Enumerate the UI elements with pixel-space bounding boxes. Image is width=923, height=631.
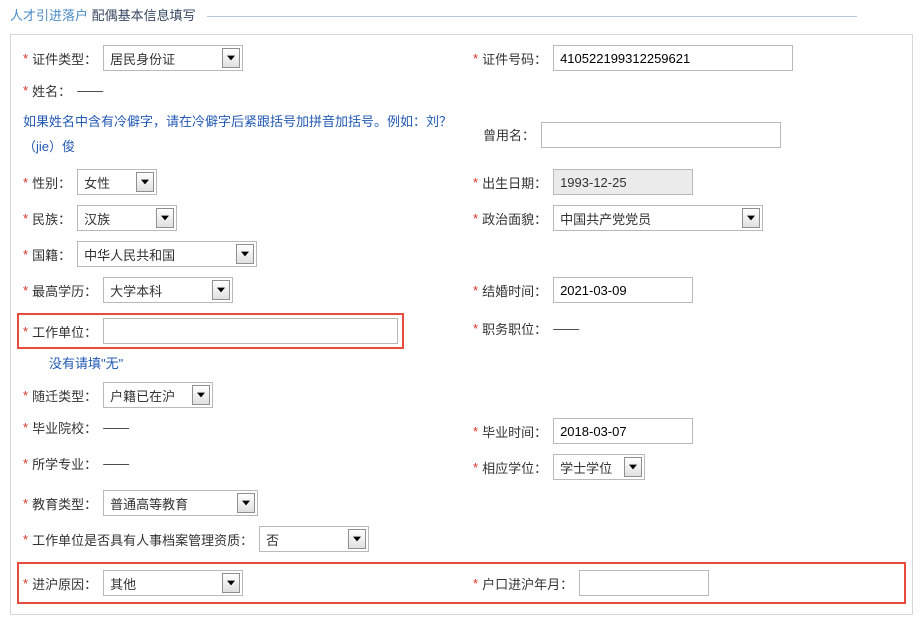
id-number-input[interactable] [553, 45, 793, 71]
required-marker: * [23, 576, 28, 591]
required-marker: * [23, 532, 28, 547]
chevron-down-icon [742, 208, 760, 228]
school-value: —— [103, 420, 129, 435]
major-label: 所学专业： [32, 454, 97, 473]
required-marker: * [23, 211, 28, 226]
nationality-select[interactable]: 中华人民共和国 [77, 241, 257, 267]
gender-label: 性别： [32, 173, 71, 192]
chevron-down-icon [156, 208, 174, 228]
education-label: 最高学历： [32, 281, 97, 300]
marriage-date-input[interactable] [553, 277, 693, 303]
enter-date-input[interactable] [579, 570, 709, 596]
edu-type-label: 教育类型： [32, 494, 97, 513]
birthdate-label: 出生日期： [482, 173, 547, 192]
ethnicity-select[interactable]: 汉族 [77, 205, 177, 231]
title-category: 人才引进落户 [10, 8, 88, 23]
required-marker: * [23, 283, 28, 298]
chevron-down-icon [222, 48, 240, 68]
enter-shanghai-highlight: * 进沪原因： 其他 * 户口进沪年月： [17, 562, 906, 604]
work-unit-hint: 没有请填"无" [49, 353, 123, 372]
work-unit-input[interactable] [103, 318, 398, 344]
required-marker: * [473, 460, 478, 475]
required-marker: * [23, 496, 28, 511]
required-marker: * [473, 321, 478, 336]
name-label: 姓名： [32, 81, 71, 100]
section-title: 人才引进落户 配偶基本信息填写 [0, 0, 923, 29]
political-select[interactable]: 中国共产党党员 [553, 205, 763, 231]
required-marker: * [23, 456, 28, 471]
political-label: 政治面貌： [482, 209, 547, 228]
former-name-label: 曾用名： [483, 125, 535, 144]
major-value: —— [103, 456, 129, 471]
work-unit-highlight: * 工作单位： [17, 313, 404, 349]
form-container: * 证件类型： 居民身份证 * 证件号码： * 姓名： —— 如果姓名中含有冷僻… [10, 34, 913, 615]
id-type-select[interactable]: 居民身份证 [103, 45, 243, 71]
chevron-down-icon [348, 529, 366, 549]
follow-type-select[interactable]: 户籍已在沪 [103, 382, 213, 408]
birthdate-input[interactable] [553, 169, 693, 195]
education-select[interactable]: 大学本科 [103, 277, 233, 303]
enter-date-label: 户口进沪年月： [482, 574, 573, 593]
required-marker: * [23, 247, 28, 262]
chevron-down-icon [192, 385, 210, 405]
name-value: —— [77, 83, 103, 98]
chevron-down-icon [136, 172, 154, 192]
reason-select[interactable]: 其他 [103, 570, 243, 596]
required-marker: * [473, 175, 478, 190]
required-marker: * [23, 420, 28, 435]
name-hint: 如果姓名中含有冷僻字，请在冷僻字后紧跟括号加拼音加括号。例如：刘？（jie）俊 [23, 110, 453, 159]
required-marker: * [23, 175, 28, 190]
id-type-label: 证件类型： [32, 49, 97, 68]
chevron-down-icon [237, 493, 255, 513]
required-marker: * [23, 51, 28, 66]
required-marker: * [473, 424, 478, 439]
required-marker: * [473, 576, 478, 591]
required-marker: * [23, 324, 28, 339]
required-marker: * [473, 211, 478, 226]
reason-label: 进沪原因： [32, 574, 97, 593]
gender-select[interactable]: 女性 [77, 169, 157, 195]
chevron-down-icon [222, 573, 240, 593]
required-marker: * [473, 51, 478, 66]
required-marker: * [23, 388, 28, 403]
work-unit-label: 工作单位： [32, 322, 97, 341]
follow-type-label: 随迁类型： [32, 386, 97, 405]
chevron-down-icon [236, 244, 254, 264]
chevron-down-icon [212, 280, 230, 300]
required-marker: * [473, 283, 478, 298]
personnel-file-select[interactable]: 否 [259, 526, 369, 552]
edu-type-select[interactable]: 普通高等教育 [103, 490, 258, 516]
position-value: —— [553, 321, 579, 336]
id-number-label: 证件号码： [482, 49, 547, 68]
marriage-date-label: 结婚时间： [482, 281, 547, 300]
position-label: 职务职位： [482, 319, 547, 338]
degree-select[interactable]: 学士学位 [553, 454, 645, 480]
grad-date-label: 毕业时间： [482, 422, 547, 441]
personnel-file-label: 工作单位是否具有人事档案管理资质： [32, 530, 253, 549]
former-name-input[interactable] [541, 122, 781, 148]
nationality-label: 国籍： [32, 245, 71, 264]
grad-date-input[interactable] [553, 418, 693, 444]
school-label: 毕业院校： [32, 418, 97, 437]
title-line [207, 16, 857, 17]
degree-label: 相应学位： [482, 458, 547, 477]
required-marker: * [23, 83, 28, 98]
chevron-down-icon [624, 457, 642, 477]
ethnicity-label: 民族： [32, 209, 71, 228]
title-subject: 配偶基本信息填写 [92, 8, 196, 23]
